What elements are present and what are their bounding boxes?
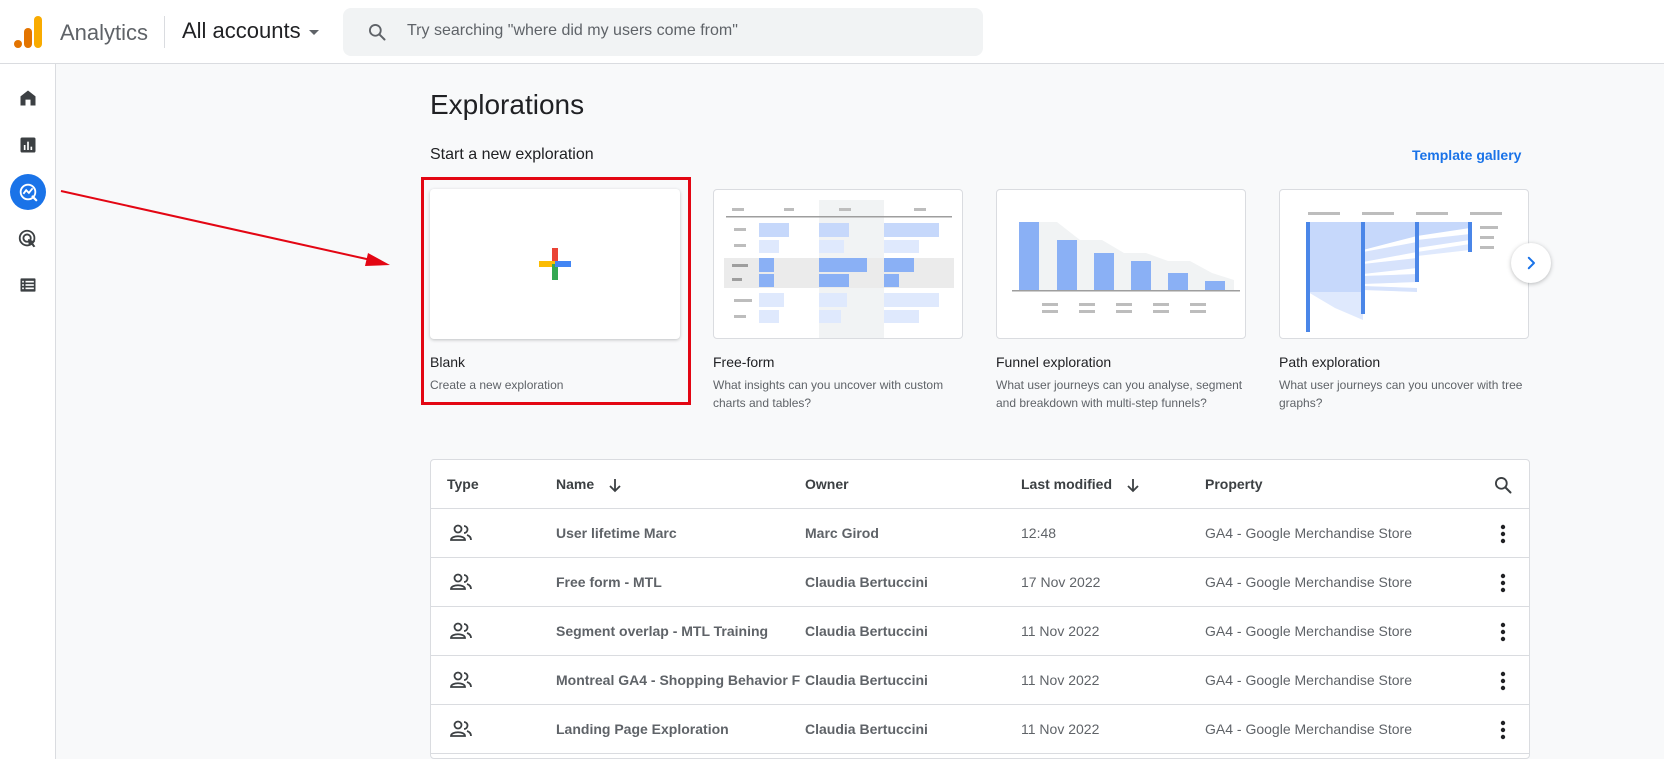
page-title: Explorations <box>430 89 585 120</box>
logo-bar-small <box>14 40 22 48</box>
path-template-desc: What user journeys can you uncover with … <box>1279 378 1523 410</box>
more-vert-icon <box>1500 671 1506 690</box>
freeform-template-title[interactable]: Free-form <box>713 354 774 370</box>
row-modified: 11 Nov 2022 <box>1021 623 1100 639</box>
more-vert-icon <box>1500 573 1506 592</box>
row-owner: Claudia Bertuccini <box>805 721 928 737</box>
header-last-modified-label: Last modified <box>1021 476 1113 492</box>
home-icon <box>20 90 36 106</box>
header-name[interactable]: Name <box>556 460 801 509</box>
top-bar: Analytics All accounts Try searching "wh… <box>0 0 1664 64</box>
more-vert-icon <box>1500 622 1506 641</box>
reports-icon <box>20 137 36 153</box>
table-row[interactable]: User lifetime Marc Marc Girod 12:48 GA4 … <box>431 509 1529 558</box>
nav-home[interactable] <box>10 80 46 116</box>
search-icon <box>1495 476 1512 493</box>
row-property: GA4 - Google Merchandise Store <box>1205 672 1412 688</box>
row-more-button[interactable] <box>1491 656 1515 705</box>
annotation-highlight-box <box>421 177 691 405</box>
path-tree-thumbnail <box>1306 212 1502 332</box>
nav-advertising[interactable] <box>10 221 46 257</box>
freeform-table-thumbnail <box>724 200 954 338</box>
start-exploration-label: Start a new exploration <box>430 146 594 163</box>
row-property: GA4 - Google Merchandise Store <box>1205 574 1412 590</box>
search-placeholder: Try searching "where did my users come f… <box>407 22 738 39</box>
header-divider <box>164 16 165 48</box>
caret-down-icon <box>308 30 319 35</box>
row-name[interactable]: Segment overlap - MTL Training <box>556 607 801 656</box>
advertising-icon <box>18 229 36 248</box>
row-name[interactable]: Free form - MTL <box>556 558 801 607</box>
row-modified: 11 Nov 2022 <box>1021 672 1100 688</box>
row-name[interactable]: Landing Page Exploration <box>556 705 801 754</box>
account-selector-label: All accounts <box>182 18 301 43</box>
shared-users-icon <box>450 720 472 737</box>
shared-users-icon <box>450 524 472 541</box>
table-header-row: Type Name Owner Last modified Property <box>431 460 1529 509</box>
row-property: GA4 - Google Merchandise Store <box>1205 525 1412 541</box>
search-bar[interactable]: Try searching "where did my users come f… <box>343 8 983 56</box>
row-name[interactable]: Montreal GA4 - Shopping Behavior Fu... <box>556 656 801 705</box>
row-owner: Claudia Bertuccini <box>805 672 928 688</box>
freeform-template-card[interactable] <box>713 189 963 339</box>
funnel-template-title[interactable]: Funnel exploration <box>996 354 1111 370</box>
logo-bar-tall <box>34 16 42 48</box>
arrow-down-icon[interactable] <box>608 477 622 493</box>
funnel-chart-thumbnail <box>1012 222 1240 313</box>
more-vert-icon <box>1500 720 1506 739</box>
app-name: Analytics <box>60 20 149 45</box>
row-owner: Marc Girod <box>805 525 879 541</box>
header-name-label: Name <box>556 476 595 492</box>
list-icon <box>20 278 36 292</box>
table-row[interactable]: Free form - MTL Claudia Bertuccini 17 No… <box>431 558 1529 607</box>
row-more-button[interactable] <box>1491 558 1515 607</box>
left-nav <box>0 64 56 759</box>
arrow-down-icon[interactable] <box>1126 477 1140 493</box>
nav-configure[interactable] <box>10 267 46 303</box>
shared-users-icon <box>450 671 472 688</box>
account-selector[interactable]: All accounts <box>182 18 319 44</box>
table-search-button[interactable] <box>1491 460 1515 509</box>
chevron-right-icon <box>1527 256 1535 270</box>
table-row[interactable]: Landing Page Exploration Claudia Bertucc… <box>431 705 1529 754</box>
shared-users-icon <box>450 573 472 590</box>
explore-icon <box>19 183 38 202</box>
search-icon <box>369 24 386 41</box>
row-owner: Claudia Bertuccini <box>805 623 928 639</box>
row-modified: 11 Nov 2022 <box>1021 721 1100 737</box>
header-property: Property <box>1205 476 1263 492</box>
annotation-arrow <box>60 190 390 266</box>
table-row[interactable]: Segment overlap - MTL Training Claudia B… <box>431 607 1529 656</box>
header-last-modified[interactable]: Last modified <box>1021 460 1201 509</box>
nav-reports[interactable] <box>10 127 46 163</box>
row-name[interactable]: User lifetime Marc <box>556 509 801 558</box>
freeform-template-desc: What insights can you uncover with custo… <box>713 378 944 410</box>
template-gallery-link[interactable]: Template gallery <box>1412 147 1521 163</box>
more-vert-icon <box>1500 524 1506 543</box>
funnel-template-desc: What user journeys can you analyse, segm… <box>996 378 1243 410</box>
next-templates-button[interactable] <box>1511 243 1551 283</box>
row-modified: 17 Nov 2022 <box>1021 574 1101 590</box>
table-row[interactable]: Montreal GA4 - Shopping Behavior Fu... C… <box>431 656 1529 705</box>
path-template-title[interactable]: Path exploration <box>1279 354 1380 370</box>
funnel-template-card[interactable] <box>996 189 1246 339</box>
row-more-button[interactable] <box>1491 705 1515 754</box>
path-template-card[interactable] <box>1279 189 1529 339</box>
row-property: GA4 - Google Merchandise Store <box>1205 623 1412 639</box>
row-modified: 12:48 <box>1021 525 1057 541</box>
header-owner: Owner <box>805 476 849 492</box>
header-type: Type <box>447 476 479 492</box>
row-more-button[interactable] <box>1491 509 1515 558</box>
analytics-logo[interactable] <box>14 16 42 48</box>
row-owner: Claudia Bertuccini <box>805 574 928 590</box>
explorations-table: Type Name Owner Last modified Property U… <box>430 459 1530 759</box>
shared-users-icon <box>450 622 472 639</box>
nav-explore[interactable] <box>10 174 46 210</box>
row-more-button[interactable] <box>1491 607 1515 656</box>
logo-bar-medium <box>24 28 32 48</box>
row-property: GA4 - Google Merchandise Store <box>1205 721 1412 737</box>
